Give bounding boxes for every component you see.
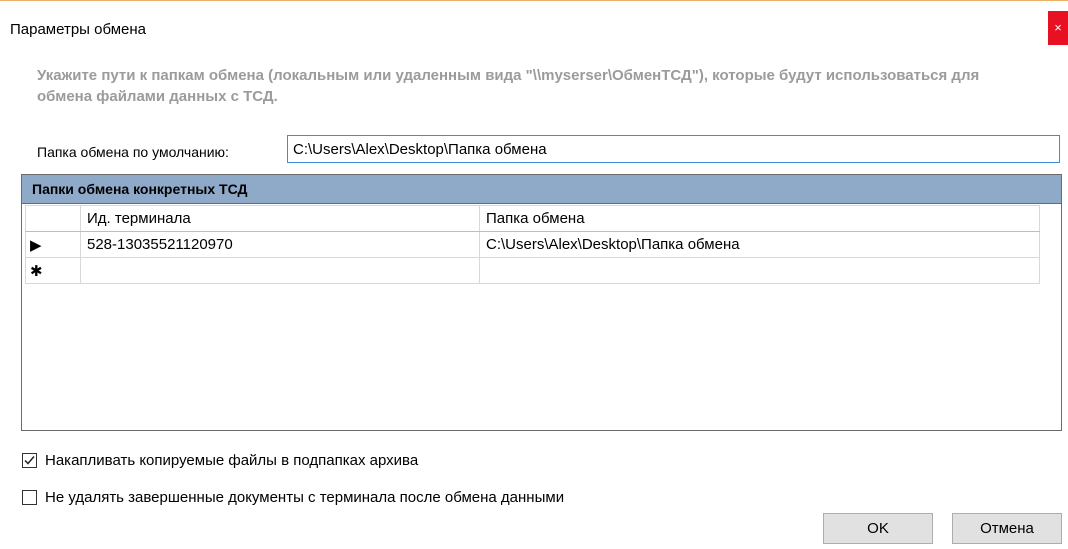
checkmark-icon: [24, 456, 35, 465]
window-top-border: [0, 0, 1068, 1]
table-row[interactable]: ▶ 528-13035521120970 C:\Users\Alex\Deskt…: [25, 231, 1040, 258]
accumulate-option[interactable]: Накапливать копируемые файлы в подпапках…: [22, 452, 418, 469]
keep-docs-checkbox[interactable]: [22, 490, 37, 505]
instructions-text: Укажите пути к папкам обмена (локальным …: [37, 67, 980, 105]
ok-button[interactable]: OK: [823, 513, 933, 544]
close-button[interactable]: ×: [1048, 11, 1068, 45]
column-header-folder[interactable]: Папка обмена: [479, 205, 1040, 232]
column-header-terminal-id[interactable]: Ид. терминала: [80, 205, 480, 232]
terminal-folders-grid: Папки обмена конкретных ТСД Ид. терминал…: [21, 174, 1062, 431]
row-header-corner: [25, 205, 81, 232]
keep-docs-option[interactable]: Не удалять завершенные документы с терми…: [22, 489, 564, 506]
cancel-button[interactable]: Отмена: [952, 513, 1062, 544]
default-folder-label: Папка обмена по умолчанию:: [37, 144, 229, 160]
new-row-icon[interactable]: ✱: [25, 257, 81, 284]
new-row[interactable]: ✱: [25, 257, 1040, 284]
new-cell-folder[interactable]: [479, 257, 1040, 284]
keep-docs-label[interactable]: Не удалять завершенные документы с терми…: [45, 489, 564, 506]
current-row-icon[interactable]: ▶: [25, 231, 81, 258]
grid-table: Ид. терминала Папка обмена ▶ 528-1303552…: [25, 205, 1040, 284]
window-title: Параметры обмена: [10, 21, 147, 38]
new-cell-terminal-id[interactable]: [80, 257, 480, 284]
close-icon: ×: [1054, 20, 1062, 35]
grid-header-row: Ид. терминала Папка обмена: [25, 205, 1040, 232]
accumulate-label[interactable]: Накапливать копируемые файлы в подпапках…: [45, 452, 418, 469]
accumulate-checkbox[interactable]: [22, 453, 37, 468]
grid-caption: Папки обмена конкретных ТСД: [22, 175, 1061, 204]
cell-folder[interactable]: C:\Users\Alex\Desktop\Папка обмена: [479, 231, 1040, 258]
default-folder-input[interactable]: [287, 135, 1060, 163]
cell-terminal-id[interactable]: 528-13035521120970: [80, 231, 480, 258]
